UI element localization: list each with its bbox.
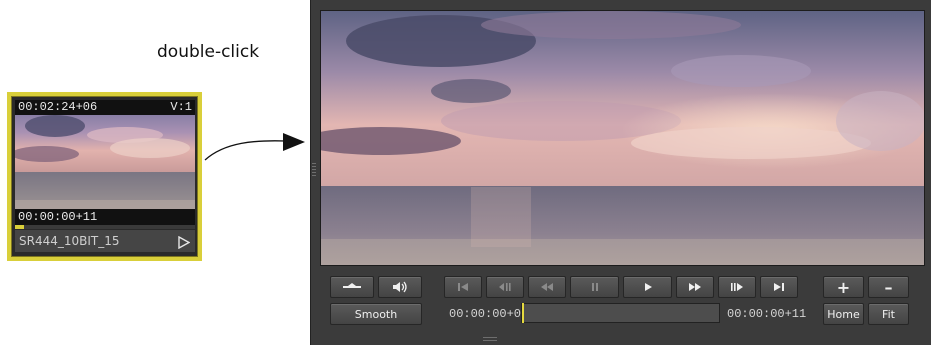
pause-button[interactable] xyxy=(570,276,619,298)
pause-icon xyxy=(590,282,600,292)
clip-frame: 00:02:24+06 V:1 00:00:00+11 SR444_10BIT_… xyxy=(11,96,198,257)
clip-timecode-bottom: 00:00:00+11 xyxy=(18,210,98,224)
double-click-caption: double-click xyxy=(157,42,260,62)
smooth-button[interactable]: Smooth xyxy=(330,303,422,325)
goto-start-button[interactable] xyxy=(444,276,482,298)
zoom-out-button[interactable]: – xyxy=(868,276,909,298)
zoom-in-button[interactable]: + xyxy=(823,276,864,298)
clip-progress-bar xyxy=(15,225,195,229)
play-button[interactable] xyxy=(623,276,672,298)
clip-timecode-bar: 00:02:24+06 V:1 xyxy=(15,100,195,115)
play-outline-icon[interactable] xyxy=(178,234,191,253)
audio-button[interactable] xyxy=(378,276,422,298)
step-forward-icon xyxy=(730,282,744,292)
fast-forward-button[interactable] xyxy=(676,276,714,298)
playhead-marker[interactable] xyxy=(522,303,524,323)
clip-timecode-top: 00:02:24+06 xyxy=(18,100,98,114)
clip-name-bar: SR444_10BIT_15 xyxy=(15,230,195,252)
clip-thumbnail[interactable]: 00:02:24+06 V:1 00:00:00+11 SR444_10BIT_… xyxy=(7,92,202,261)
tools-button[interactable] xyxy=(330,276,374,298)
left-resize-grip[interactable] xyxy=(312,163,316,177)
player-viewer: Smooth 00:00:00+00 00:00:00+11 + – Home … xyxy=(310,0,931,345)
clip-preview-image: 00:02:24+06 V:1 xyxy=(15,100,195,218)
goto-end-button[interactable] xyxy=(760,276,798,298)
scrub-bar[interactable] xyxy=(521,303,720,323)
clip-name: SR444_10BIT_15 xyxy=(19,234,120,248)
timecode-end: 00:00:00+11 xyxy=(727,307,807,321)
play-icon xyxy=(643,282,653,292)
fast-forward-icon xyxy=(688,282,702,292)
skip-to-end-icon xyxy=(772,282,786,292)
step-back-button[interactable] xyxy=(486,276,524,298)
skip-to-start-icon xyxy=(456,282,470,292)
step-forward-button[interactable] xyxy=(718,276,756,298)
viewer-image xyxy=(320,10,925,266)
clip-track-label: V:1 xyxy=(170,100,192,114)
timecode-start: 00:00:00+00 xyxy=(449,307,529,321)
tools-icon xyxy=(341,282,363,292)
rewind-button[interactable] xyxy=(528,276,566,298)
rewind-icon xyxy=(540,282,554,292)
home-button[interactable]: Home xyxy=(823,303,864,325)
clip-current-timecode-bar: 00:00:00+11 xyxy=(15,209,195,225)
bottom-resize-grip[interactable] xyxy=(483,337,497,343)
clip-progress-fill xyxy=(15,225,24,229)
fit-button[interactable]: Fit xyxy=(868,303,909,325)
speaker-icon xyxy=(391,281,409,293)
step-back-icon xyxy=(498,282,512,292)
